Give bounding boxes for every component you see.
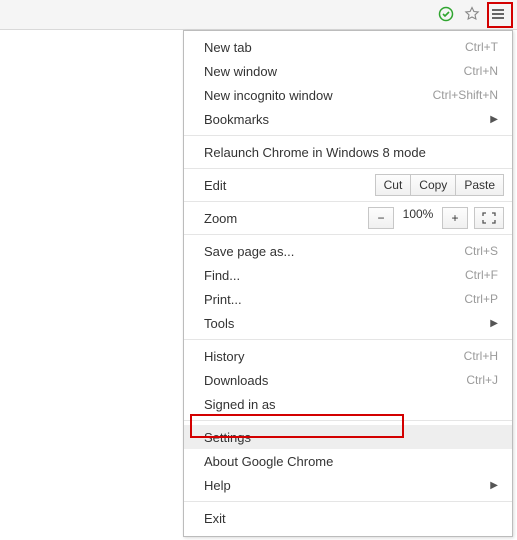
menu-separator xyxy=(184,339,512,340)
menu-item-label: New tab xyxy=(204,40,465,55)
paste-button[interactable]: Paste xyxy=(455,174,504,196)
menu-item-label: Save page as... xyxy=(204,244,464,259)
menu-item-shortcut: Ctrl+J xyxy=(466,373,498,387)
menu-item-tools[interactable]: Tools ▶ xyxy=(184,311,512,335)
menu-item-label: History xyxy=(204,349,464,364)
menu-item-downloads[interactable]: Downloads Ctrl+J xyxy=(184,368,512,392)
copy-button[interactable]: Copy xyxy=(410,174,456,196)
menu-item-save-page[interactable]: Save page as... Ctrl+S xyxy=(184,239,512,263)
menu-item-history[interactable]: History Ctrl+H xyxy=(184,344,512,368)
menu-item-label: Help xyxy=(204,478,486,493)
menu-item-label: Signed in as xyxy=(204,397,498,412)
menu-item-label: Exit xyxy=(204,511,498,526)
zoom-value: 100% xyxy=(394,207,442,229)
submenu-arrow-icon: ▶ xyxy=(486,114,498,125)
menu-separator xyxy=(184,234,512,235)
menu-item-label: Edit xyxy=(204,178,375,193)
menu-item-signed-in[interactable]: Signed in as xyxy=(184,392,512,416)
zoom-controls: − 100% + xyxy=(368,207,504,229)
menu-item-label: Settings xyxy=(204,430,498,445)
highlight-menu-button xyxy=(487,2,513,28)
menu-item-new-incognito[interactable]: New incognito window Ctrl+Shift+N xyxy=(184,83,512,107)
menu-item-label: Downloads xyxy=(204,373,466,388)
fullscreen-button[interactable] xyxy=(474,207,504,229)
submenu-arrow-icon: ▶ xyxy=(486,318,498,329)
menu-separator xyxy=(184,135,512,136)
chrome-menu: New tab Ctrl+T New window Ctrl+N New inc… xyxy=(183,30,513,537)
menu-item-shortcut: Ctrl+Shift+N xyxy=(433,88,498,102)
menu-separator xyxy=(184,501,512,502)
menu-item-shortcut: Ctrl+T xyxy=(465,40,498,54)
menu-separator xyxy=(184,201,512,202)
check-circle-icon[interactable] xyxy=(435,3,457,25)
menu-item-new-tab[interactable]: New tab Ctrl+T xyxy=(184,35,512,59)
menu-item-label: Bookmarks xyxy=(204,112,486,127)
menu-item-label: Print... xyxy=(204,292,464,307)
menu-item-label: New incognito window xyxy=(204,88,433,103)
menu-item-shortcut: Ctrl+F xyxy=(465,268,498,282)
menu-item-bookmarks[interactable]: Bookmarks ▶ xyxy=(184,107,512,131)
menu-item-about[interactable]: About Google Chrome xyxy=(184,449,512,473)
menu-separator xyxy=(184,420,512,421)
menu-item-settings[interactable]: Settings xyxy=(184,425,512,449)
star-icon[interactable] xyxy=(461,3,483,25)
zoom-out-button[interactable]: − xyxy=(368,207,394,229)
menu-item-shortcut: Ctrl+S xyxy=(464,244,498,258)
browser-toolbar xyxy=(0,0,517,30)
cut-button[interactable]: Cut xyxy=(375,174,412,196)
menu-item-relaunch-win8[interactable]: Relaunch Chrome in Windows 8 mode xyxy=(184,140,512,164)
menu-separator xyxy=(184,168,512,169)
menu-item-label: Relaunch Chrome in Windows 8 mode xyxy=(204,145,498,160)
menu-item-shortcut: Ctrl+H xyxy=(464,349,498,363)
menu-item-label: Find... xyxy=(204,268,465,283)
menu-item-help[interactable]: Help ▶ xyxy=(184,473,512,497)
menu-item-label: About Google Chrome xyxy=(204,454,498,469)
menu-item-edit: Edit Cut Copy Paste xyxy=(184,173,512,197)
submenu-arrow-icon: ▶ xyxy=(486,480,498,491)
menu-item-shortcut: Ctrl+N xyxy=(464,64,498,78)
menu-item-shortcut: Ctrl+P xyxy=(464,292,498,306)
menu-item-find[interactable]: Find... Ctrl+F xyxy=(184,263,512,287)
menu-item-label: New window xyxy=(204,64,464,79)
menu-item-label: Tools xyxy=(204,316,486,331)
menu-item-print[interactable]: Print... Ctrl+P xyxy=(184,287,512,311)
menu-item-new-window[interactable]: New window Ctrl+N xyxy=(184,59,512,83)
edit-button-group: Cut Copy Paste xyxy=(375,174,504,196)
menu-item-label: Zoom xyxy=(204,211,368,226)
menu-item-exit[interactable]: Exit xyxy=(184,506,512,530)
zoom-in-button[interactable]: + xyxy=(442,207,468,229)
menu-item-zoom: Zoom − 100% + xyxy=(184,206,512,230)
